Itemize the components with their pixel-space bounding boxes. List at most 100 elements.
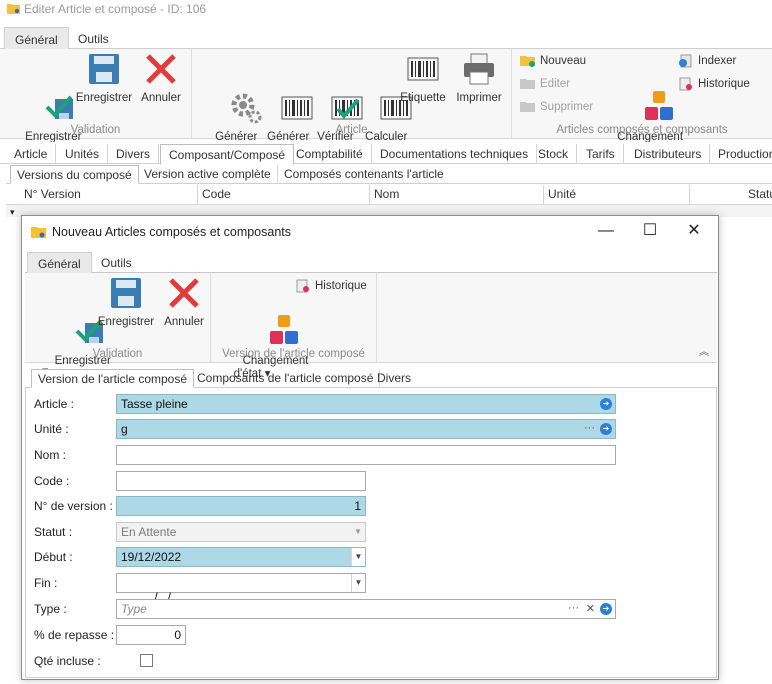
tab-distributeurs[interactable]: Distributeurs: [626, 144, 711, 164]
tab-production[interactable]: Production: [710, 144, 772, 164]
edit-folder-icon: [520, 79, 535, 89]
tab-version-article-compose[interactable]: Version de l'article composé: [31, 369, 195, 388]
tab-divers[interactable]: Divers: [108, 144, 160, 164]
dialog-save-label: Enregistrer: [97, 316, 155, 328]
ellipsis-icon[interactable]: ···: [584, 422, 595, 434]
tab-stock[interactable]: Stock: [530, 144, 578, 164]
form-row-qte: Qté incluse :: [34, 651, 714, 671]
statut-select[interactable]: En Attente ▼: [116, 522, 366, 542]
label-button-label: Etiquette: [400, 92, 446, 104]
dialog-group-label-validation: Validation: [92, 348, 143, 360]
column-header-unite[interactable]: Unité: [544, 185, 690, 205]
new-button[interactable]: Nouveau: [520, 53, 586, 71]
repasse-field[interactable]: 0: [116, 625, 186, 645]
nom-label: Nom :: [34, 448, 67, 462]
dialog-ribbon: Enregistrer Fermer Enregistrer Annuler V…: [25, 273, 717, 380]
goto-arrow-icon[interactable]: ➔: [600, 423, 612, 435]
ribbon-tab-outils[interactable]: Outils: [68, 27, 119, 49]
tab-unites[interactable]: Unités: [57, 144, 109, 164]
edit-button[interactable]: Editer: [520, 76, 570, 94]
tab-composes-contenants[interactable]: Composés contenants l'article: [278, 165, 450, 184]
minimize-icon[interactable]: —: [586, 220, 626, 244]
index-icon: [679, 54, 692, 68]
print-button[interactable]: Imprimer: [454, 52, 504, 105]
save-button[interactable]: Enregistrer: [72, 52, 136, 105]
dialog-tab-outils[interactable]: Outils: [91, 252, 142, 273]
gear-icon: [203, 78, 262, 124]
dialog-cancel-button[interactable]: Annuler: [161, 276, 207, 329]
chevron-down-icon[interactable]: ▼: [351, 548, 365, 566]
statut-label: Statut :: [34, 525, 73, 539]
chevron-down-icon[interactable]: ▼: [351, 523, 365, 541]
goto-arrow-icon[interactable]: ➔: [600, 398, 612, 410]
debut-date-field[interactable]: 19/12/2022 ▼: [116, 547, 366, 567]
form-row-repasse: % de repasse : 0: [34, 625, 714, 645]
clear-icon[interactable]: ✕: [586, 602, 595, 615]
ribbon-group-article: Générer code Générer EAN13 Vérifier EAN1…: [192, 49, 512, 156]
form-row-debut: Début : 19/12/2022 ▼: [34, 547, 714, 567]
delete-button[interactable]: Supprimer: [520, 99, 593, 117]
tab-composant-compose[interactable]: Composant/Composé: [160, 144, 295, 165]
ribbon-tab-general[interactable]: Général: [4, 27, 69, 49]
column-header-nom[interactable]: Nom: [370, 185, 544, 205]
maximize-icon[interactable]: ☐: [630, 220, 670, 244]
main-tab-bar: Article Unités Divers Composant/Composé …: [0, 142, 772, 165]
tab-comptabilite[interactable]: Comptabilité: [288, 144, 372, 164]
fin-date-field[interactable]: / / ▼: [116, 573, 366, 604]
save-close-icon: [43, 302, 103, 343]
ribbon-tab-strip: Général Outils: [0, 24, 772, 49]
code-label: Code :: [34, 474, 70, 488]
history-button[interactable]: Historique: [678, 76, 750, 94]
tab-composants-article-compose[interactable]: Composants de l'article composé: [191, 369, 381, 388]
version-field[interactable]: 1: [116, 496, 366, 516]
column-header-statut[interactable]: Statut: [744, 185, 772, 205]
form-row-type: Type : Type ··· ✕ ➔: [34, 599, 714, 619]
dialog-group-validation: Enregistrer Fermer Enregistrer Annuler V…: [25, 273, 211, 380]
form-row-code: Code :: [34, 471, 714, 491]
window-title-bar: Editer Article et composé - ID: 106: [0, 0, 772, 20]
column-header-version[interactable]: N° Version: [20, 185, 198, 205]
tab-tarifs[interactable]: Tarifs: [578, 144, 624, 164]
close-icon[interactable]: ✕: [674, 220, 714, 244]
printer-icon: [462, 52, 496, 86]
unite-field[interactable]: g ··· ➔: [116, 419, 616, 439]
sub-tab-bar: Versions du composé Version active compl…: [6, 164, 772, 184]
dialog-title: Nouveau Articles composés et composants: [52, 225, 292, 239]
unite-label: Unité :: [34, 422, 69, 436]
version-label: N° de version :: [34, 499, 113, 513]
goto-arrow-icon[interactable]: ➔: [600, 603, 612, 615]
type-placeholder: Type: [121, 602, 147, 616]
article-field[interactable]: Tasse pleine ➔: [116, 394, 616, 414]
cancel-button[interactable]: Annuler: [138, 52, 184, 105]
code-field[interactable]: [116, 471, 366, 491]
nom-field[interactable]: [116, 445, 616, 465]
tab-version-active[interactable]: Version active complète: [138, 165, 278, 184]
dialog-save-button[interactable]: Enregistrer: [95, 276, 157, 329]
collapse-ribbon-icon[interactable]: ︽: [699, 343, 709, 358]
label-button[interactable]: Etiquette: [398, 52, 448, 105]
save-close-icon: [19, 78, 73, 119]
state-shapes-icon: [616, 78, 673, 120]
ribbon: Enregistrer Fermer Enregistrer Annuler V…: [0, 49, 772, 156]
ellipsis-icon[interactable]: ···: [568, 602, 579, 614]
column-header-code[interactable]: Code: [198, 185, 370, 205]
tab-versions-compose[interactable]: Versions du composé: [10, 165, 139, 184]
floppy-disk-icon: [109, 276, 143, 310]
dialog-tab-general[interactable]: Général: [27, 252, 92, 273]
type-field[interactable]: Type ··· ✕ ➔: [116, 599, 616, 619]
index-button[interactable]: Indexer: [678, 53, 736, 71]
tab-article[interactable]: Article: [6, 144, 57, 164]
dialog-history-button[interactable]: Historique: [295, 278, 367, 296]
tab-dialog-divers[interactable]: Divers: [371, 369, 417, 388]
chevron-down-icon[interactable]: ▼: [351, 574, 365, 592]
folder-icon: [7, 4, 20, 14]
tab-documentations[interactable]: Documentations techniques: [372, 144, 538, 164]
debut-label: Début :: [34, 550, 73, 564]
qte-incluse-checkbox[interactable]: [140, 654, 153, 667]
dialog-cancel-label: Annuler: [164, 316, 204, 328]
history-icon: [679, 77, 692, 91]
form-row-nom: Nom :: [34, 445, 714, 465]
form-row-article: Article : Tasse pleine ➔: [34, 394, 714, 414]
barcode-icon: [353, 78, 412, 120]
row-indicator-icon: ▾: [10, 207, 15, 217]
